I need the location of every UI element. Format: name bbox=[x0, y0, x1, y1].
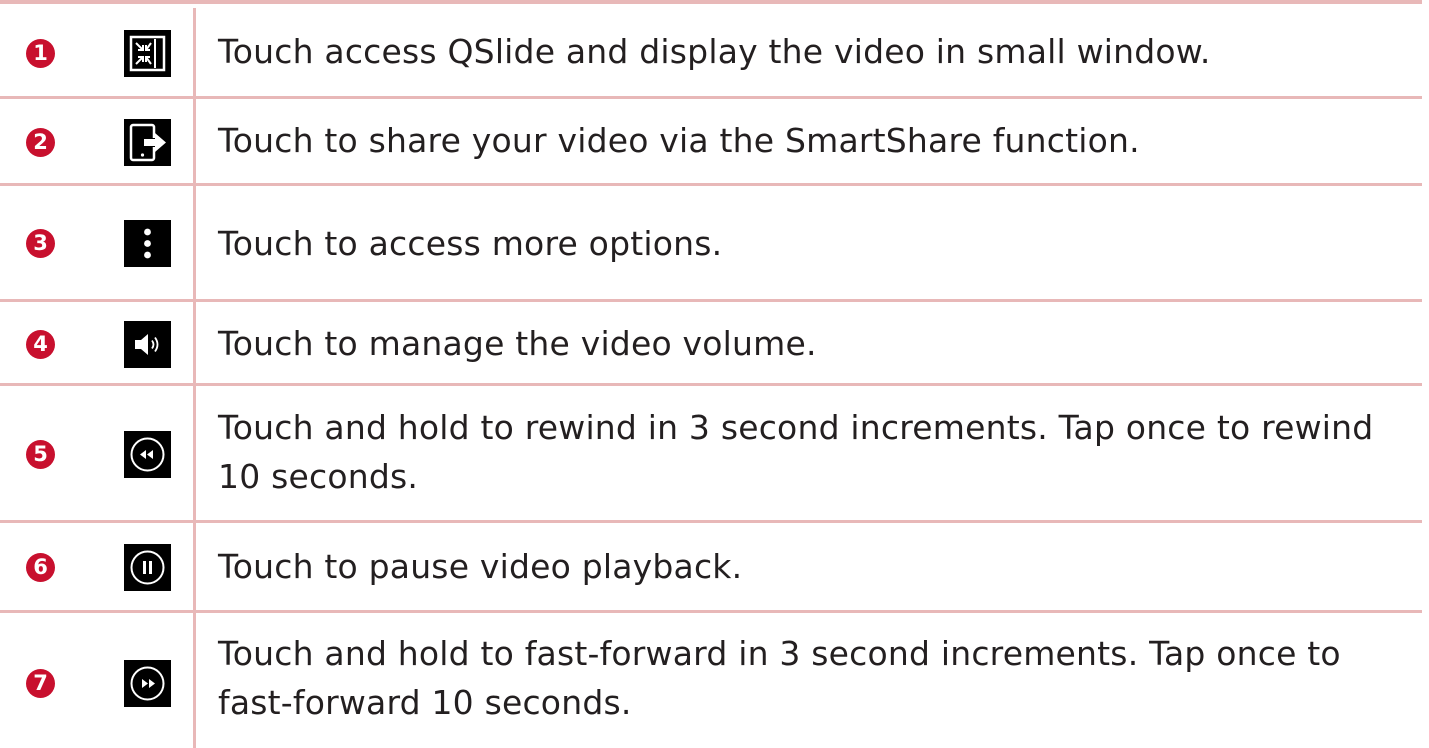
table-row: 2 Touch to share your video via the Smar… bbox=[0, 99, 1422, 186]
table-row: 5 Touch and hold to rewind in 3 second i… bbox=[0, 386, 1422, 523]
row-number-badge: 5 bbox=[26, 440, 55, 469]
row-description: Touch to access more options. bbox=[218, 224, 723, 263]
pause-icon bbox=[124, 544, 171, 591]
fast-forward-icon bbox=[124, 660, 171, 707]
more-options-icon bbox=[124, 220, 171, 267]
rewind-icon bbox=[124, 431, 171, 478]
row-number-badge: 2 bbox=[26, 128, 55, 157]
row-number-badge: 7 bbox=[26, 669, 55, 698]
row-description: Touch to pause video playback. bbox=[218, 547, 743, 586]
table-row: 3 Touch to access more options. bbox=[0, 186, 1422, 302]
smartshare-icon bbox=[124, 119, 171, 166]
row-number-badge: 1 bbox=[26, 39, 55, 68]
table-row: 6 Touch to pause video playback. bbox=[0, 523, 1422, 613]
table-row: 4 Touch to manage the video volume. bbox=[0, 302, 1422, 386]
row-description: Touch access QSlide and display the vide… bbox=[218, 32, 1211, 71]
row-description: Touch to share your video via the SmartS… bbox=[218, 121, 1140, 160]
icon-description-table: 1 Touch access QSlide and display the vi… bbox=[0, 0, 1422, 748]
row-description: Touch and hold to rewind in 3 second inc… bbox=[218, 408, 1374, 496]
qslide-icon bbox=[124, 30, 171, 77]
row-number-badge: 4 bbox=[26, 330, 55, 359]
volume-icon bbox=[124, 321, 171, 368]
table-row: 1 Touch access QSlide and display the vi… bbox=[0, 8, 1422, 99]
row-number-badge: 6 bbox=[26, 553, 55, 582]
row-description: Touch and hold to fast-forward in 3 seco… bbox=[218, 634, 1341, 722]
table-row: 7 Touch and hold to fast-forward in 3 se… bbox=[0, 613, 1422, 748]
row-description: Touch to manage the video volume. bbox=[218, 324, 817, 363]
row-number-badge: 3 bbox=[26, 229, 55, 258]
